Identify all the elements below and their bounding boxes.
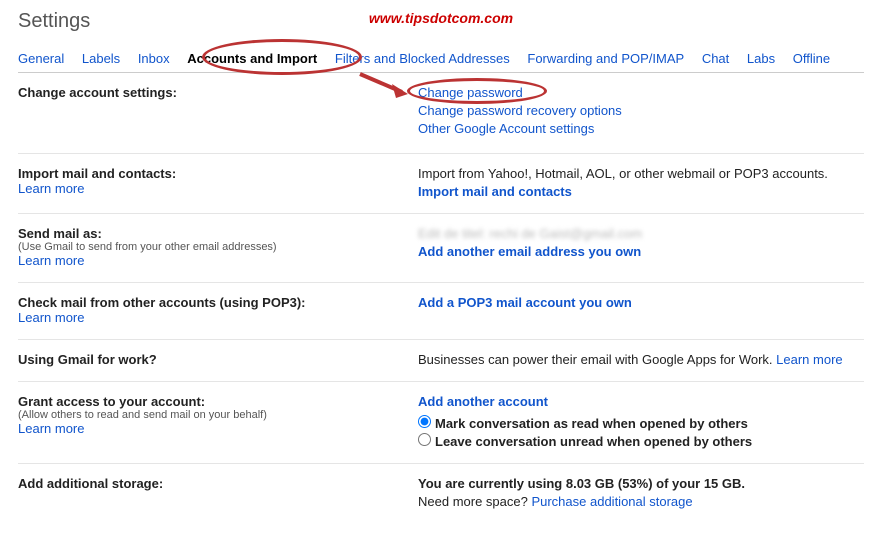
tab-labels[interactable]: Labels [82,51,120,66]
grant-access-learn-more[interactable]: Learn more [18,421,84,436]
radio-mark-read[interactable] [418,415,431,428]
send-mail-sub: (Use Gmail to send from your other email… [18,241,418,253]
gmail-work-text: Businesses can power their email with Go… [418,352,776,367]
send-mail-learn-more[interactable]: Learn more [18,253,84,268]
tab-labs[interactable]: Labs [747,51,775,66]
tab-filters[interactable]: Filters and Blocked Addresses [335,51,510,66]
check-mail-learn-more[interactable]: Learn more [18,310,84,325]
import-mail-title: Import mail and contacts: [18,166,418,181]
import-mail-link[interactable]: Import mail and contacts [418,184,572,199]
section-import-mail: Import mail and contacts: Learn more Imp… [18,154,864,214]
section-send-mail-as: Send mail as: (Use Gmail to send from yo… [18,214,864,283]
send-mail-address-blurred: Edit de titel: rechi de Gaist@gmail.com [418,226,864,241]
storage-title: Add additional storage: [18,476,163,491]
storage-usage: You are currently using 8.03 GB (53%) of… [418,476,864,491]
change-account-title: Change account settings: [18,85,177,100]
section-check-mail: Check mail from other accounts (using PO… [18,283,864,340]
grant-access-title: Grant access to your account: [18,394,418,409]
other-google-settings-link[interactable]: Other Google Account settings [418,121,594,136]
change-password-link[interactable]: Change password [418,85,523,100]
tab-offline[interactable]: Offline [793,51,830,66]
check-mail-title: Check mail from other accounts (using PO… [18,295,418,310]
add-account-link[interactable]: Add another account [418,394,548,409]
radio-leave-unread[interactable] [418,433,431,446]
section-storage: Add additional storage: You are currentl… [18,464,864,523]
gmail-work-learn-more[interactable]: Learn more [776,352,842,367]
tab-general[interactable]: General [18,51,64,66]
grant-access-sub: (Allow others to read and send mail on y… [18,409,418,421]
tab-inbox[interactable]: Inbox [138,51,170,66]
import-description: Import from Yahoo!, Hotmail, AOL, or oth… [418,166,864,181]
section-gmail-work: Using Gmail for work? Businesses can pow… [18,340,864,382]
add-email-link[interactable]: Add another email address you own [418,244,641,259]
radio-mark-read-label: Mark conversation as read when opened by… [435,416,748,431]
section-grant-access: Grant access to your account: (Allow oth… [18,382,864,464]
import-learn-more[interactable]: Learn more [18,181,84,196]
section-change-account: Change account settings: Change password… [18,73,864,154]
add-pop3-link[interactable]: Add a POP3 mail account you own [418,295,632,310]
change-recovery-link[interactable]: Change password recovery options [418,103,622,118]
purchase-storage-link[interactable]: Purchase additional storage [531,494,692,509]
send-mail-title: Send mail as: [18,226,418,241]
tab-chat[interactable]: Chat [702,51,729,66]
watermark: www.tipsdotcom.com [369,10,513,26]
radio-leave-unread-label: Leave conversation unread when opened by… [435,434,752,449]
gmail-work-title: Using Gmail for work? [18,352,157,367]
storage-need: Need more space? [418,494,531,509]
tab-forwarding[interactable]: Forwarding and POP/IMAP [527,51,684,66]
tab-accounts-import[interactable]: Accounts and Import [187,51,317,66]
tabs-bar: General Labels Inbox Accounts and Import… [18,45,864,73]
